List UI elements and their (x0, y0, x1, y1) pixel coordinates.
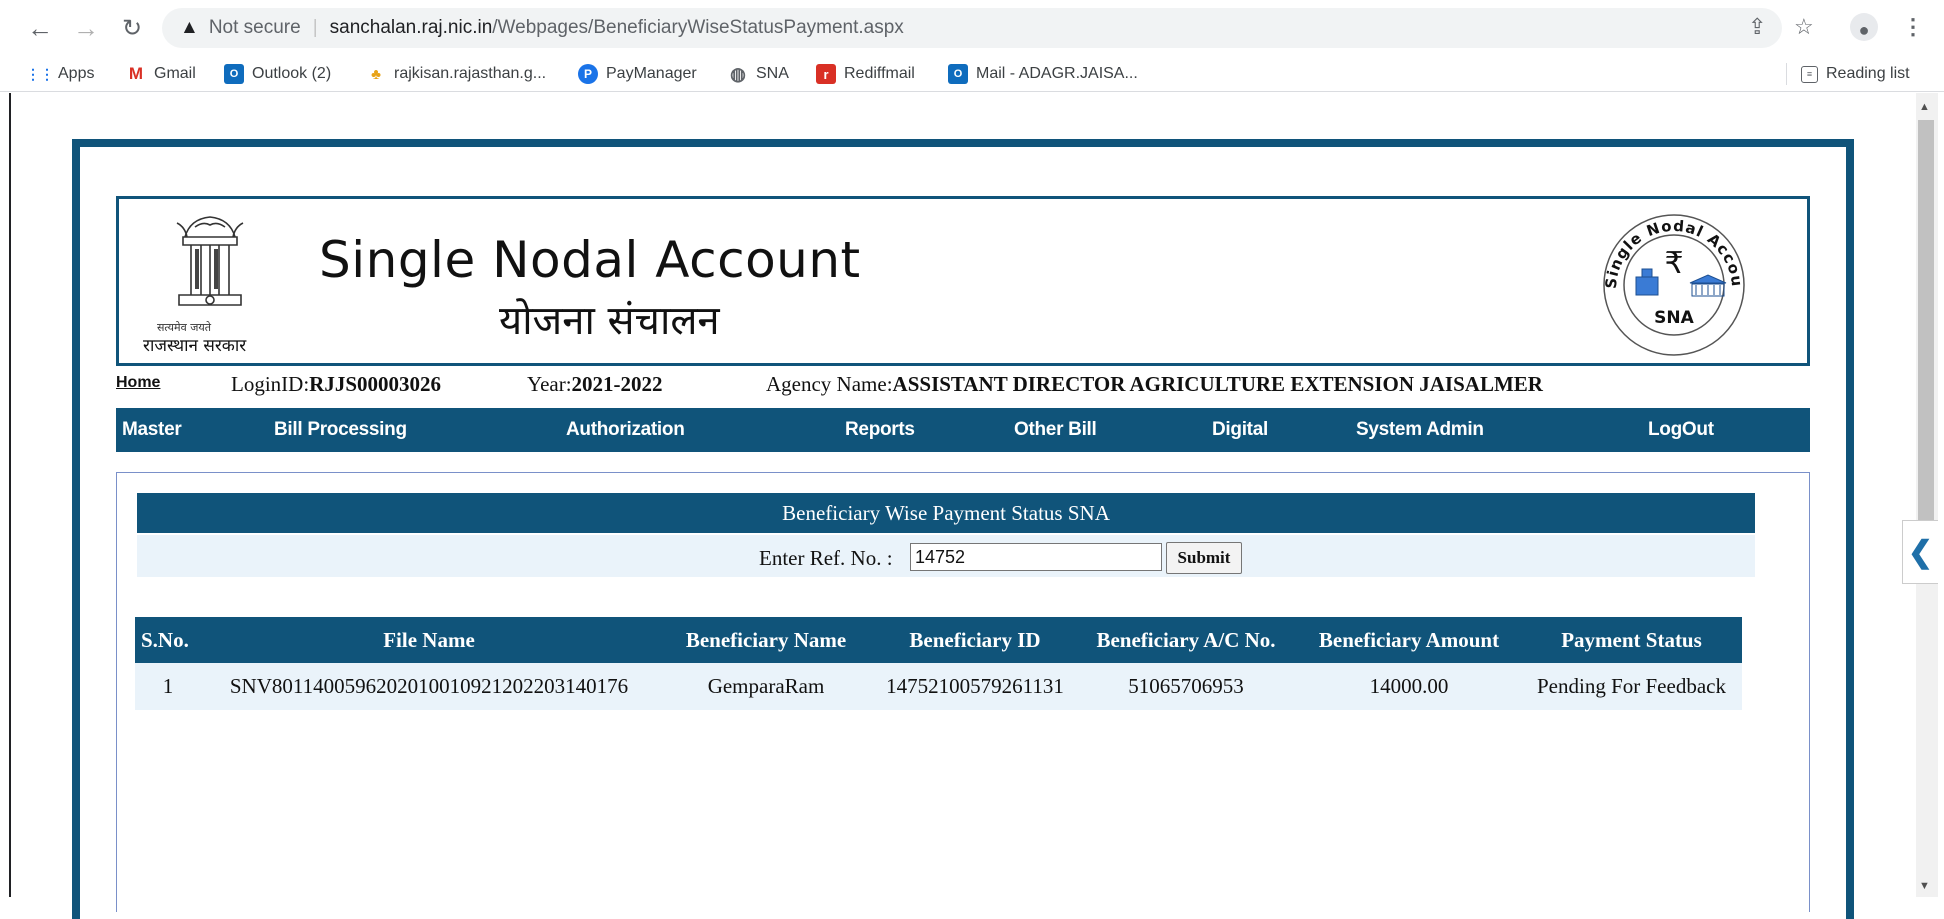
menu-digital[interactable]: Digital (1212, 419, 1268, 441)
rajkisan-icon: ♣ (371, 65, 381, 83)
bookmark-rajkisan[interactable]: ♣ rajkisan.rajasthan.g... (366, 63, 546, 85)
bookmark-label: Outlook (2) (252, 65, 332, 82)
bookmark-label: rajkisan.rajasthan.g... (394, 65, 547, 82)
paymanager-icon: P (578, 64, 598, 84)
bookmark-label: Mail - ADAGR.JAISA... (976, 65, 1138, 82)
kebab-menu-icon[interactable]: ⋮ (1902, 14, 1924, 40)
reading-list[interactable]: ≡ Reading list (1786, 63, 1910, 85)
rediffmail-icon: r (816, 64, 836, 84)
agency-value: ASSISTANT DIRECTOR AGRICULTURE EXTENSION… (892, 372, 1543, 396)
year-label: Year: (527, 372, 572, 396)
search-row: Enter Ref. No. : Submit (137, 535, 1755, 577)
menu-reports[interactable]: Reports (845, 419, 915, 441)
menu-logout[interactable]: LogOut (1648, 419, 1714, 441)
column-header-payment-status: Payment Status (1521, 617, 1742, 663)
login-id: LoginID:RJJS00003026 (231, 372, 441, 397)
column-header-beneficiary-id: Beneficiary ID (875, 617, 1075, 663)
payment-status-table: S.No. File Name Beneficiary Name Benefic… (135, 617, 1742, 710)
bookmark-label: Apps (58, 65, 95, 82)
bookmark-label: Rediffmail (844, 65, 915, 82)
agency-label: Agency Name: (766, 372, 893, 396)
cell-sno: 1 (135, 663, 201, 710)
sna-logo-icon: Single Nodal Account ₹ SNA (1594, 211, 1745, 356)
bookmarks-bar: ⋮⋮ Apps M Gmail O Outlook (2) ♣ rajkisan… (0, 56, 1944, 92)
gmail-icon: M (128, 64, 144, 83)
bookmark-outlook[interactable]: O Outlook (2) (224, 63, 331, 85)
login-id-value: RJJS00003026 (309, 372, 442, 396)
cell-beneficiary-id: 14752100579261131 (875, 663, 1075, 710)
scroll-up-arrow-icon[interactable]: ▲ (1919, 101, 1930, 113)
main-menu: Master Bill Processing Authorization Rep… (116, 408, 1810, 452)
emblem-caption: राजस्थान सरकार (143, 336, 247, 356)
column-header-account-no: Beneficiary A/C No. (1075, 617, 1297, 663)
warning-icon: ▲ (180, 17, 199, 38)
scrollbar-thumb[interactable] (1918, 120, 1934, 530)
home-link[interactable]: Home (116, 374, 160, 392)
bookmark-label: Gmail (154, 65, 196, 82)
url-host: sanchalan.raj.nic.in (329, 17, 493, 38)
window-edge (9, 93, 11, 897)
agency-name: Agency Name:ASSISTANT DIRECTOR AGRICULTU… (766, 372, 1543, 397)
bookmark-rediffmail[interactable]: r Rediffmail (816, 63, 915, 85)
cell-file-name: SNV801140059620201001092120220314017​6 (201, 663, 657, 710)
cell-account-no: 51065706953 (1075, 663, 1297, 710)
bookmark-label: PayManager (606, 65, 697, 82)
bookmark-gmail[interactable]: M Gmail (126, 63, 196, 85)
profile-icon[interactable]: ● (1850, 13, 1878, 41)
outlook-icon: O (224, 64, 244, 84)
column-header-file-name: File Name (201, 617, 657, 663)
cell-amount: 14000.00 (1297, 663, 1521, 710)
column-header-sno: S.No. (135, 617, 201, 663)
site-title: Single Nodal Account (319, 231, 861, 289)
browser-toolbar: ← → ↻ ▲ Not secure | sanchalan.raj.nic.i… (0, 0, 1944, 56)
back-icon[interactable]: ← (24, 12, 56, 44)
cell-payment-status: Pending For Feedback (1521, 663, 1742, 710)
login-id-label: LoginID: (231, 372, 310, 396)
bookmark-sna[interactable]: ◍ SNA (728, 63, 789, 85)
site-subtitle: योजना संचालन (499, 298, 720, 344)
year-value: 2021-2022 (571, 372, 663, 396)
bookmark-star-icon[interactable]: ☆ (1794, 14, 1814, 40)
reading-list-label: Reading list (1826, 65, 1910, 82)
outlook-icon: O (948, 64, 968, 84)
side-panel-toggle-icon[interactable]: ❮ (1902, 520, 1938, 584)
header-banner: सत्यमेव जयते राजस्थान सरकार Single Nodal… (116, 196, 1810, 366)
scroll-down-arrow-icon[interactable]: ▼ (1919, 880, 1930, 892)
menu-authorization[interactable]: Authorization (566, 419, 685, 441)
rupee-symbol: ₹ (1664, 246, 1683, 281)
forward-icon[interactable]: → (70, 12, 102, 44)
address-divider: | (312, 17, 318, 38)
bookmark-apps[interactable]: ⋮⋮ Apps (26, 63, 95, 85)
reload-icon[interactable]: ↻ (116, 12, 148, 44)
panel-title: Beneficiary Wise Payment Status SNA (137, 493, 1755, 533)
column-header-amount: Beneficiary Amount (1297, 617, 1521, 663)
menu-system-admin[interactable]: System Admin (1356, 419, 1484, 441)
ref-no-input[interactable] (910, 543, 1162, 571)
ashoka-emblem-icon (176, 216, 244, 306)
share-icon[interactable]: ⇪ (1748, 14, 1766, 40)
ref-no-label: Enter Ref. No. : (759, 546, 893, 570)
session-info-bar: Home LoginID:RJJS00003026 Year:2021-2022… (116, 370, 1810, 400)
table-header-row: S.No. File Name Beneficiary Name Benefic… (135, 617, 1742, 663)
year: Year:2021-2022 (527, 372, 663, 397)
apps-grid-icon: ⋮⋮ (26, 65, 54, 82)
globe-icon: ◍ (730, 63, 746, 84)
submit-button[interactable]: Submit (1166, 542, 1242, 574)
cell-beneficiary-name: GemparaRam (657, 663, 875, 710)
logo-sna-text: SNA (1654, 308, 1694, 328)
address-bar[interactable]: ▲ Not secure | sanchalan.raj.nic.in/Webp… (162, 8, 1782, 48)
column-header-beneficiary-name: Beneficiary Name (657, 617, 875, 663)
reading-list-icon: ≡ (1801, 65, 1818, 83)
table-row: 1 SNV801140059620201001092120220314017​6… (135, 663, 1742, 710)
bookmark-label: SNA (756, 65, 789, 82)
security-label: Not secure (208, 17, 301, 38)
menu-other-bill[interactable]: Other Bill (1014, 419, 1097, 441)
menu-bill-processing[interactable]: Bill Processing (274, 419, 407, 441)
bookmark-mail[interactable]: O Mail - ADAGR.JAISA... (948, 63, 1138, 85)
menu-master[interactable]: Master (122, 419, 182, 441)
bookmark-paymanager[interactable]: P PayManager (578, 63, 697, 85)
url-path: /Webpages/BeneficiaryWiseStatusPayment.a… (492, 17, 904, 38)
